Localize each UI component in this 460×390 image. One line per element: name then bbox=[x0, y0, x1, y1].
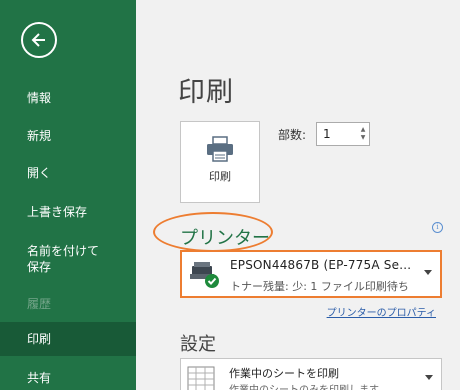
nav-save[interactable]: 上書き保存 bbox=[0, 204, 136, 220]
sheet-icon bbox=[187, 366, 215, 390]
spin-down-icon[interactable]: ▼ bbox=[361, 134, 366, 142]
copies-spinner[interactable]: ▲ ▼ bbox=[357, 123, 369, 145]
copies-label: 部数: bbox=[278, 128, 307, 142]
printer-status-icon bbox=[190, 262, 219, 288]
print-scope-dropdown[interactable]: 作業中のシートを印刷 作業中のシートのみを印刷します bbox=[180, 358, 442, 390]
print-scope-label: 作業中のシートを印刷 bbox=[229, 367, 339, 380]
printer-icon bbox=[207, 136, 233, 162]
print-pane: 印刷 印刷 部数: 1 ▲ ▼ プリンター i EPSON44867B (EP-… bbox=[136, 0, 460, 390]
printer-dropdown[interactable]: EPSON44867B (EP-775A Se… トナー残量: 少: 1 ファイ… bbox=[180, 250, 442, 298]
print-scope-description: 作業中のシートのみを印刷します bbox=[229, 381, 379, 390]
settings-heading: 設定 bbox=[180, 334, 216, 355]
nav-open[interactable]: 開く bbox=[0, 165, 136, 181]
printer-properties-link[interactable]: プリンターのプロパティ bbox=[327, 304, 436, 319]
nav-save-as-line2[interactable]: 保存 bbox=[0, 259, 136, 275]
print-button-label: 印刷 bbox=[209, 170, 231, 183]
backstage-sidebar: 情報 新規 開く 上書き保存 名前を付けて 保存 履歴 印刷 共有 bbox=[0, 0, 136, 390]
spin-up-icon[interactable]: ▲ bbox=[361, 126, 366, 134]
nav-print[interactable]: 印刷 bbox=[0, 322, 136, 356]
printer-status: トナー残量: 少: 1 ファイル印刷待ち bbox=[230, 280, 409, 293]
info-icon[interactable]: i bbox=[432, 222, 443, 233]
nav-save-as-line1[interactable]: 名前を付けて bbox=[0, 243, 136, 259]
copies-input[interactable]: 1 ▲ ▼ bbox=[316, 122, 370, 146]
page-title: 印刷 bbox=[178, 77, 234, 108]
nav-new[interactable]: 新規 bbox=[0, 128, 136, 144]
nav-info[interactable]: 情報 bbox=[0, 90, 136, 106]
nav-history: 履歴 bbox=[27, 297, 52, 311]
printer-heading: プリンター bbox=[180, 228, 270, 249]
print-button[interactable]: 印刷 bbox=[180, 121, 260, 203]
chevron-down-icon bbox=[425, 375, 433, 380]
back-button[interactable] bbox=[21, 22, 57, 58]
printer-name: EPSON44867B (EP-775A Se… bbox=[230, 258, 412, 272]
nav-share[interactable]: 共有 bbox=[0, 370, 136, 386]
chevron-down-icon bbox=[424, 270, 432, 275]
arrow-left-icon bbox=[31, 33, 45, 47]
copies-value[interactable]: 1 bbox=[317, 127, 357, 141]
